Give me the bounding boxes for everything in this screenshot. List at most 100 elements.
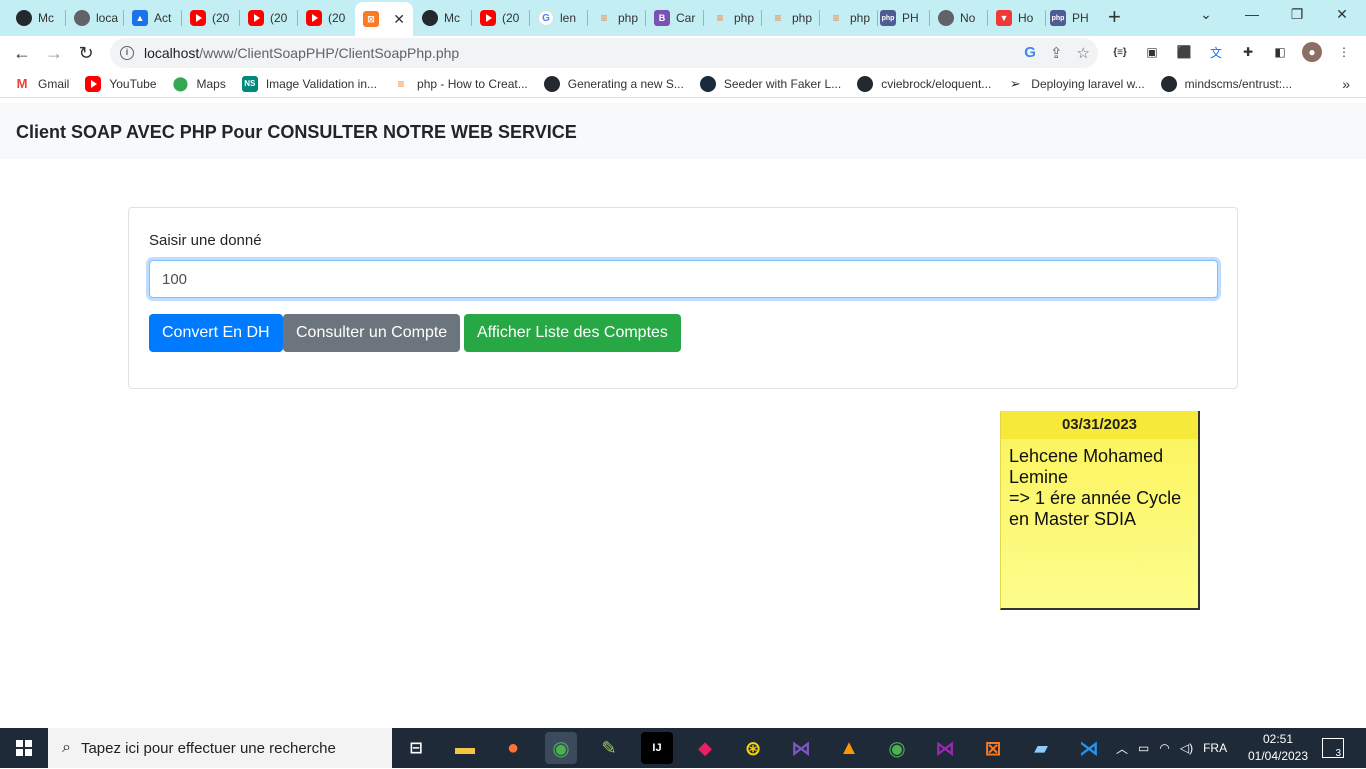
browser-tab[interactable]: ≡ php	[588, 4, 646, 32]
browser-tab[interactable]: php PH	[872, 4, 930, 32]
chrome-profile-icon[interactable]: ◉	[881, 732, 913, 764]
taskbar-search-box[interactable]: ⌕ Tapez ici pour effectuer une recherche	[48, 728, 392, 768]
bookmark-deploying[interactable]: ➢ Deploying laravel w...	[1007, 75, 1145, 92]
data-input[interactable]	[149, 260, 1218, 298]
file-explorer-icon[interactable]: ▬	[449, 732, 481, 764]
vlc-icon[interactable]: ▲	[833, 732, 865, 764]
tab-search-chevron-icon[interactable]: ⌄	[1186, 4, 1226, 24]
pdf-extension-icon[interactable]: ⬛	[1174, 42, 1194, 62]
google-translate-icon[interactable]: G	[1024, 44, 1036, 62]
new-tab-button[interactable]: +	[1108, 6, 1121, 28]
browser-tab[interactable]: (20	[298, 4, 356, 32]
taskbar-clock[interactable]: 02:51 01/04/2023	[1246, 731, 1310, 765]
chrome-taskbar-icon[interactable]: ◉	[545, 732, 577, 764]
clock-time: 02:51	[1262, 732, 1294, 746]
browser-tab[interactable]: ≡ php	[762, 4, 820, 32]
chrome-icon	[938, 10, 954, 26]
back-arrow-icon[interactable]: ←	[10, 41, 34, 65]
list-accounts-button[interactable]: Afficher Liste des Comptes	[464, 314, 681, 352]
send-icon: ➢	[1009, 75, 1021, 91]
bookmark-seeder[interactable]: Seeder with Faker L...	[699, 75, 841, 92]
info-icon[interactable]: i	[120, 46, 134, 60]
browser-tab[interactable]: (20	[182, 4, 240, 32]
search-placeholder: Tapez ici pour effectuer une recherche	[80, 739, 336, 757]
browser-tab[interactable]: Mc	[414, 4, 472, 32]
close-window-button[interactable]: ✕	[1322, 4, 1362, 24]
browser-tab-active[interactable]: ⊠ ✕	[355, 2, 413, 36]
windows-logo-icon	[16, 740, 32, 756]
json-viewer-icon[interactable]: {≡}	[1110, 42, 1130, 62]
browser-tab[interactable]: ≡ php	[820, 4, 878, 32]
consult-account-button[interactable]: Consulter un Compte	[283, 314, 461, 352]
laracasts-icon	[699, 75, 716, 92]
puzzle-extensions-icon[interactable]: ✚	[1238, 42, 1258, 62]
git-client-icon[interactable]: ◆	[689, 732, 721, 764]
bookmark-gmail[interactable]: M Gmail	[14, 76, 70, 92]
bookmark-maps[interactable]: ⬤ Maps	[173, 75, 226, 92]
close-tab-icon[interactable]: ✕	[393, 11, 405, 28]
sticky-note-line: Lehcene Mohamed	[1009, 446, 1164, 466]
youtube-icon	[306, 10, 322, 26]
volume-icon[interactable]: ◁)	[1180, 741, 1193, 755]
php-icon: php	[1050, 10, 1066, 26]
more-bookmarks-icon[interactable]: »	[1342, 76, 1350, 92]
bootstrap-icon: B	[654, 10, 670, 26]
youtube-icon	[248, 10, 264, 26]
side-panel-icon[interactable]: ◧	[1270, 42, 1290, 62]
visual-studio-icon[interactable]: ⋈	[785, 732, 817, 764]
visual-studio-2-icon[interactable]: ⋈	[929, 732, 961, 764]
browser-tab[interactable]: ▲ Act	[124, 4, 182, 32]
bookmark-star-icon[interactable]: ☆	[1077, 44, 1090, 62]
form-card: Saisir une donné Convert En DH Consulter…	[128, 207, 1238, 389]
sticky-note-line: => 1 ére année Cycle	[1009, 488, 1182, 508]
page-title: Client SOAP AVEC PHP Pour CONSULTER NOTR…	[16, 122, 577, 142]
sticky-note-body: Lehcene Mohamed Lemine => 1 ére année Cy…	[1001, 439, 1198, 537]
translate-extension-icon[interactable]: 文	[1206, 42, 1226, 62]
browser-tab[interactable]: Mc	[8, 4, 66, 32]
browser-tab[interactable]: loca	[66, 4, 124, 32]
battery-icon[interactable]: ▭	[1138, 741, 1149, 755]
notification-center-icon[interactable]: 3	[1322, 738, 1344, 759]
chevron-up-icon[interactable]: ︿	[1116, 740, 1128, 757]
bookmark-generating[interactable]: Generating a new S...	[543, 75, 684, 92]
avatar[interactable]: ●	[1302, 42, 1322, 62]
kebab-menu-icon[interactable]: ⋮	[1334, 42, 1354, 62]
browser-tab[interactable]: ▼ Ho	[988, 4, 1046, 32]
browser-tab[interactable]: (20	[240, 4, 298, 32]
browser-tab[interactable]: B Car	[646, 4, 704, 32]
github-icon	[422, 10, 438, 26]
reload-icon[interactable]: ↻	[74, 41, 98, 65]
forward-arrow-icon[interactable]: →	[42, 41, 66, 65]
browser-tab[interactable]: (20	[472, 4, 530, 32]
browser-tab[interactable]: Glen	[530, 4, 588, 32]
convert-dh-button[interactable]: Convert En DH	[149, 314, 283, 352]
wifi-icon[interactable]: ◠	[1159, 741, 1169, 755]
share-icon[interactable]: ⇪	[1050, 44, 1063, 62]
minimize-button[interactable]: —	[1232, 4, 1272, 24]
bookmark-image-validation[interactable]: NS Image Validation in...	[241, 75, 377, 92]
bookmark-mindscms[interactable]: mindscms/entrust:...	[1160, 75, 1292, 92]
sticky-note[interactable]: 03/31/2023 Lehcene Mohamed Lemine => 1 é…	[1000, 411, 1200, 610]
stackoverflow-icon: ≡	[397, 76, 405, 91]
paint-icon[interactable]: ✎	[593, 732, 625, 764]
xampp-taskbar-icon[interactable]: ⊠	[977, 732, 1009, 764]
maximize-button[interactable]: ❐	[1277, 4, 1317, 24]
intellij-icon[interactable]: IJ	[641, 732, 673, 764]
firefox-icon[interactable]: ●	[497, 732, 529, 764]
camera-extension-icon[interactable]: ▣	[1142, 42, 1162, 62]
bookmark-youtube[interactable]: YouTube	[85, 75, 157, 92]
language-indicator[interactable]: FRA	[1203, 741, 1227, 755]
browser-tab[interactable]: php PH	[1042, 4, 1100, 32]
bookmark-cviebrock[interactable]: cviebrock/eloquent...	[857, 75, 991, 92]
browser-tab[interactable]: No	[930, 4, 988, 32]
app-gear-icon[interactable]: ⊛	[737, 732, 769, 764]
browser-tab[interactable]: ≡ php	[704, 4, 762, 32]
bookmark-php-how-to[interactable]: ≡ php - How to Creat...	[393, 76, 528, 92]
github-icon	[857, 75, 874, 92]
notepad-icon[interactable]: ▰	[1025, 732, 1057, 764]
ns-icon: NS	[241, 75, 258, 92]
task-view-icon[interactable]: ⊟	[400, 732, 432, 764]
address-bar[interactable]: i localhost/www/ClientSoapPHP/ClientSoap…	[110, 38, 1098, 68]
vscode-icon[interactable]: ⋊	[1073, 732, 1105, 764]
start-button[interactable]	[0, 728, 48, 768]
